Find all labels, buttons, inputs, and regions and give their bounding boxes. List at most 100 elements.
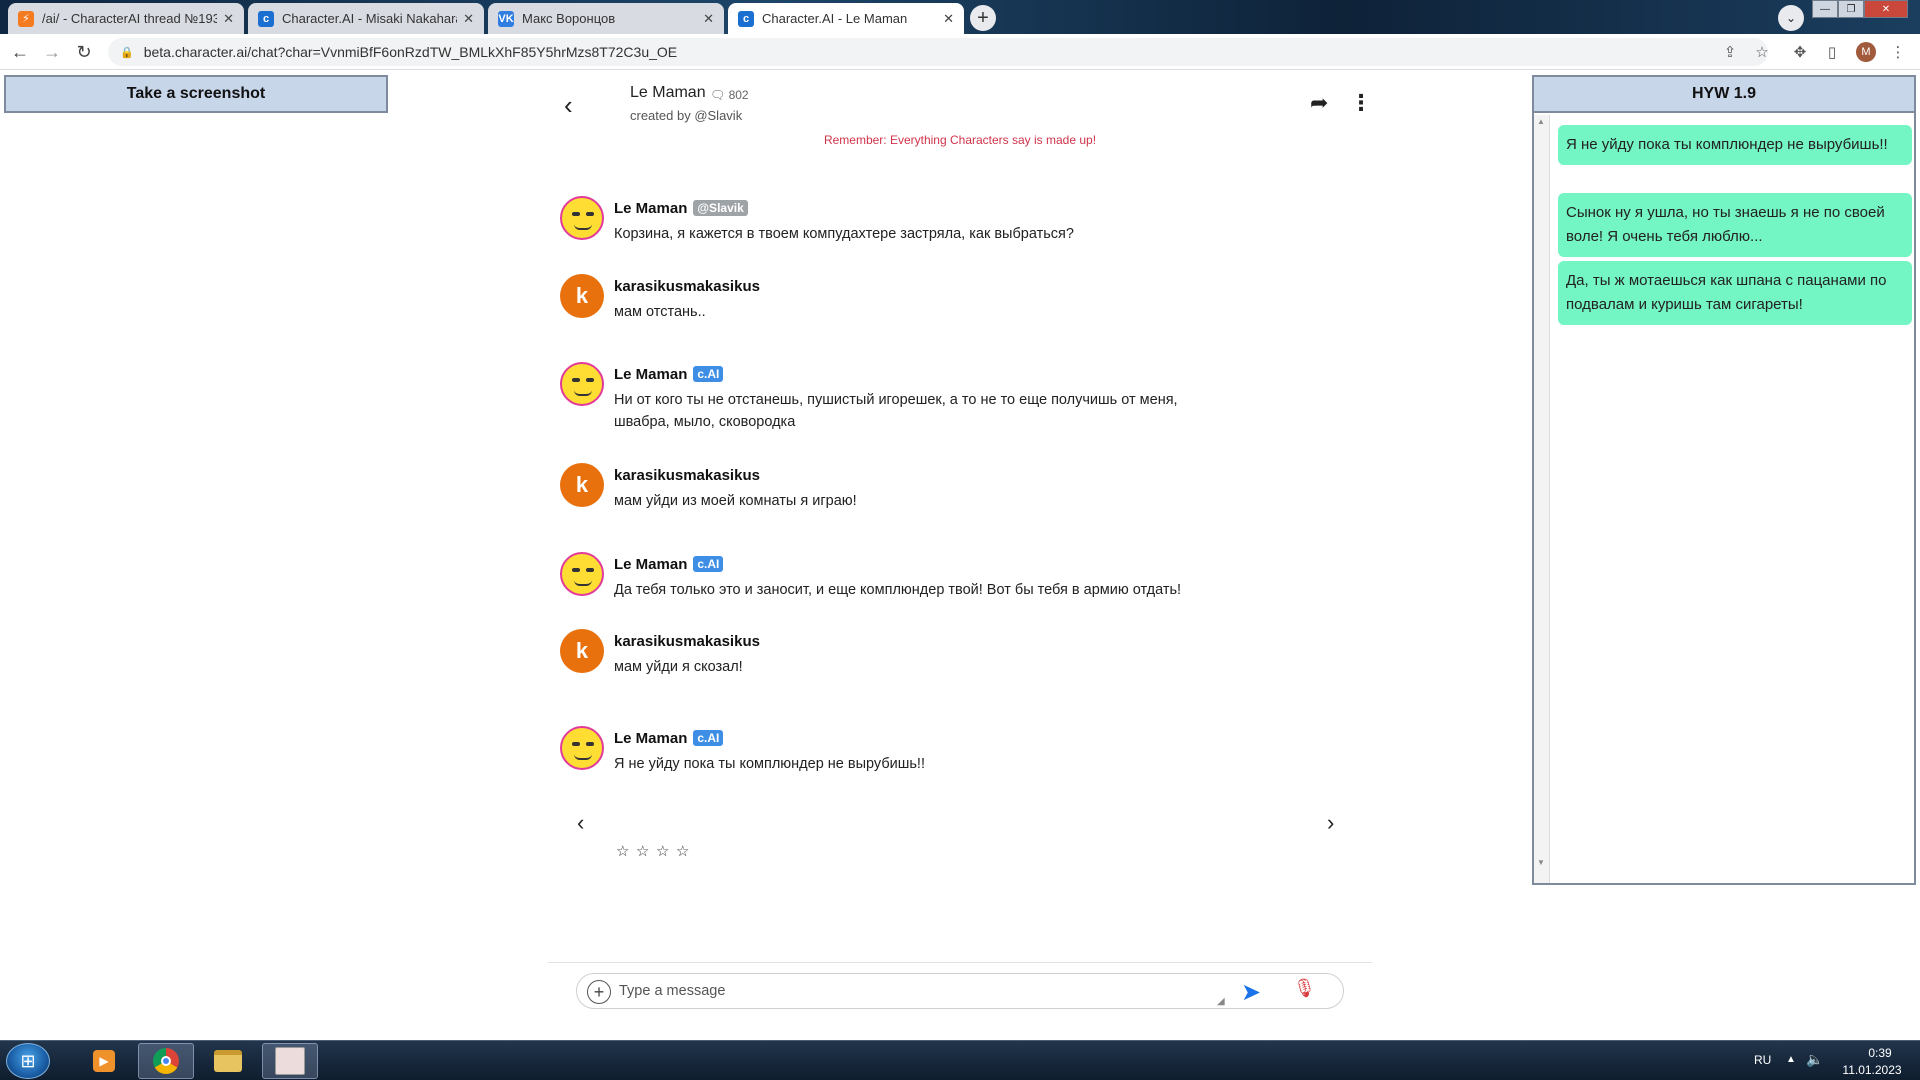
url-text: beta.character.ai/chat?char=VvnmiBfF6onR… (143, 44, 678, 60)
close-icon[interactable]: ✕ (463, 11, 474, 27)
character-avatar[interactable] (560, 196, 604, 240)
tab-title: Character.AI - Misaki Nakahara (282, 11, 458, 26)
profile-avatar[interactable]: M (1856, 42, 1876, 62)
sender-name: karasikusmakasikus (614, 633, 760, 650)
sender-name: karasikusmakasikus (614, 278, 760, 295)
clock-date[interactable]: 11.01.2023 (1834, 1063, 1910, 1077)
message-input[interactable] (619, 979, 1199, 1003)
chat-message: Le Maman c.AI Ни от кого ты не отстанешь,… (560, 362, 1200, 430)
message-sender[interactable]: karasikusmakasikus (614, 633, 760, 650)
extensions-puzzle-icon[interactable]: ✥ (1790, 42, 1810, 62)
share-icon[interactable]: ➦ (1310, 90, 1328, 116)
window-close-button[interactable]: ✕ (1864, 0, 1908, 18)
rating-star-icon[interactable]: ☆ (656, 842, 669, 860)
side-list-item[interactable]: Я не уйду пока ты комплюндер не вырубишь… (1558, 125, 1912, 165)
message-sender[interactable]: Le Maman @Slavik (614, 200, 748, 217)
share-page-icon[interactable]: ⇪ (1720, 42, 1740, 62)
side-list-item[interactable]: Сынок ну я ушла, но ты знаешь я не по св… (1558, 193, 1912, 257)
message-text: Я не уйду пока ты комплюндер не вырубишь… (614, 756, 925, 772)
browser-menu-icon[interactable]: ⋮ (1888, 42, 1908, 62)
message-composer: + ◢ ➤ 🎙 (576, 973, 1344, 1009)
chevron-left-icon[interactable]: ‹ (564, 90, 573, 121)
lock-icon: 🔒 (120, 46, 134, 59)
new-tab-button[interactable]: + (970, 5, 996, 31)
tab-ai-thread[interactable]: ⚡ /ai/ - CharacterAI thread №193 ( ✕ (8, 3, 244, 34)
message-text: мам отстань.. (614, 304, 706, 320)
character-avatar[interactable] (560, 726, 604, 770)
windows-start-icon[interactable]: ⊞ (6, 1043, 50, 1079)
character-avatar[interactable] (560, 362, 604, 406)
message-sender[interactable]: karasikusmakasikus (614, 278, 760, 295)
media-player-icon[interactable]: ▶ (76, 1043, 132, 1079)
user-avatar[interactable]: k (560, 463, 604, 507)
scroll-down-icon[interactable]: ▼ (1537, 858, 1545, 867)
clock-time[interactable]: 0:39 (1850, 1046, 1910, 1060)
close-icon[interactable]: ✕ (703, 11, 714, 27)
user-avatar[interactable]: k (560, 629, 604, 673)
message-text: мам уйди я скозал! (614, 659, 743, 675)
message-text: Корзина, я кажется в твоем компудахтере … (614, 226, 1074, 242)
sender-name: karasikusmakasikus (614, 467, 760, 484)
side-panel-icon[interactable]: ▯ (1822, 42, 1842, 62)
forward-arrow-icon[interactable]: → (40, 40, 64, 64)
character-avatar[interactable] (560, 552, 604, 596)
chevron-left-icon[interactable]: ‹ (577, 810, 584, 836)
scrollbar[interactable]: ▲ ▼ (1534, 115, 1550, 883)
maximize-button[interactable]: ❐ (1838, 0, 1864, 18)
browser-toolbar: ← → ↻ 🔒 beta.character.ai/chat?char=Vvnm… (0, 34, 1920, 70)
rating-star-icon[interactable]: ☆ (616, 842, 629, 860)
chevron-right-icon[interactable]: › (1327, 810, 1334, 836)
message-text: мам уйди из моей комнаты я играю! (614, 493, 857, 509)
sender-name: Le Maman (614, 556, 688, 573)
sender-name: Le Maman (614, 366, 688, 383)
plus-circle-icon[interactable]: + (587, 980, 611, 1004)
chrome-icon[interactable] (138, 1043, 194, 1079)
disclaimer-text: Remember: Everything Characters say is m… (823, 133, 1097, 147)
cai-badge: c.AI (693, 366, 724, 382)
divider (548, 962, 1372, 963)
tab-title: Макс Воронцов (522, 11, 616, 26)
message-sender[interactable]: karasikusmakasikus (614, 467, 760, 484)
character-name[interactable]: Le Maman (630, 84, 706, 102)
tab-search-icon[interactable]: ⌄ (1778, 5, 1804, 31)
message-count: 🗨 802 (710, 88, 749, 102)
message-text: Да тебя только это и заносит, и еще комп… (614, 582, 1182, 598)
file-explorer-icon[interactable] (200, 1043, 256, 1079)
user-avatar[interactable]: k (560, 274, 604, 318)
resize-grip-icon[interactable]: ◢ (1217, 996, 1225, 1007)
creator-label[interactable]: created by @Slavik (630, 108, 742, 123)
mic-off-icon[interactable]: 🎙 (1293, 978, 1316, 999)
tray-arrow-icon[interactable]: ▲ (1786, 1054, 1796, 1065)
back-arrow-icon[interactable]: ← (8, 40, 32, 64)
sender-name: Le Maman (614, 200, 688, 217)
characterai-icon: c (738, 10, 754, 27)
side-list-item[interactable]: Да, ты ж мотаешься как шпана с пацанами … (1558, 261, 1912, 325)
minimize-button[interactable]: — (1812, 0, 1838, 18)
rating-star-icon[interactable]: ☆ (636, 842, 649, 860)
close-icon[interactable]: ✕ (943, 11, 954, 27)
cai-badge: c.AI (693, 730, 724, 746)
more-options-icon[interactable]: ⋮ (1350, 90, 1372, 116)
tab-misaki[interactable]: c Character.AI - Misaki Nakahara ✕ (248, 3, 484, 34)
message-count-value: 802 (728, 88, 749, 102)
close-icon[interactable]: ✕ (223, 11, 234, 27)
lightning-icon: ⚡ (18, 10, 34, 27)
take-screenshot-button[interactable]: Take a screenshot (4, 75, 388, 113)
image-viewer-icon[interactable] (262, 1043, 318, 1079)
volume-icon[interactable]: 🔈 (1806, 1051, 1823, 1068)
scroll-up-icon[interactable]: ▲ (1537, 117, 1545, 126)
address-bar[interactable]: 🔒 beta.character.ai/chat?char=VvnmiBfF6o… (108, 38, 1768, 66)
bookmark-star-icon[interactable]: ☆ (1752, 42, 1772, 62)
tab-vk[interactable]: VK Макс Воронцов ✕ (488, 3, 724, 34)
cai-badge: c.AI (693, 556, 724, 572)
tab-le-maman[interactable]: c Character.AI - Le Maman ✕ (728, 3, 964, 34)
message-sender[interactable]: Le Maman c.AI (614, 556, 724, 573)
send-icon[interactable]: ➤ (1241, 978, 1261, 1007)
language-indicator[interactable]: RU (1754, 1053, 1771, 1067)
rating-star-icon[interactable]: ☆ (676, 842, 689, 860)
message-sender[interactable]: Le Maman c.AI (614, 366, 724, 383)
reload-icon[interactable]: ↻ (72, 40, 96, 64)
message-sender[interactable]: Le Maman c.AI (614, 730, 724, 747)
message-text: Ни от кого ты не отстанешь, пушистый иго… (614, 392, 1178, 430)
windows-taskbar: ⊞ ▶ RU ▲ 🔈 0:39 11.01.2023 (0, 1040, 1920, 1080)
